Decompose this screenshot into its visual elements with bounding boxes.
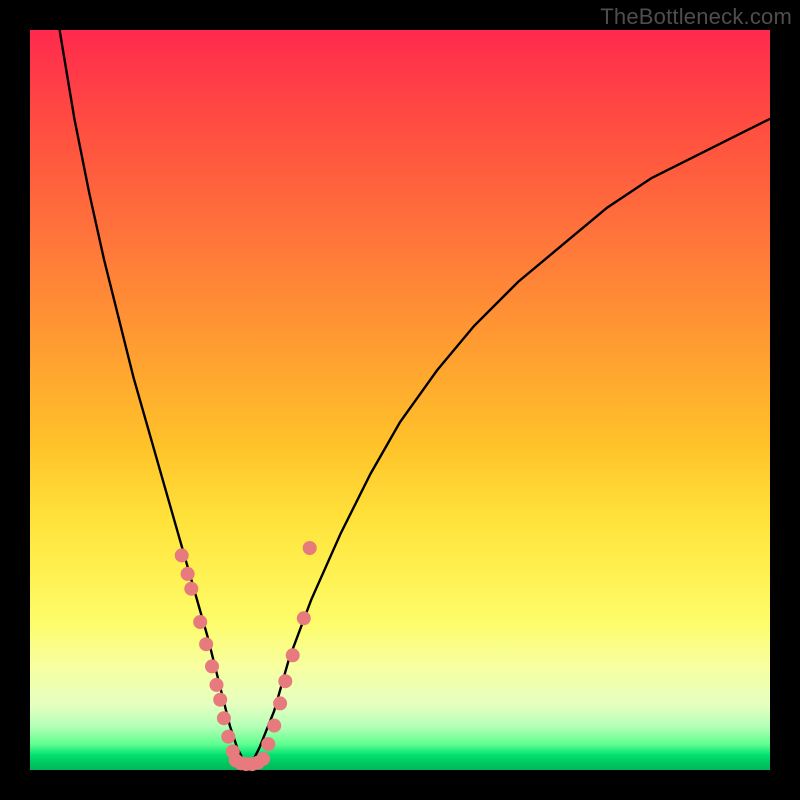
data-point	[273, 696, 287, 710]
data-point	[221, 730, 235, 744]
data-point	[175, 548, 189, 562]
plot-area	[30, 30, 770, 770]
data-point	[199, 637, 213, 651]
data-point	[205, 659, 219, 673]
data-point	[193, 615, 207, 629]
chart-frame: TheBottleneck.com	[0, 0, 800, 800]
data-point	[210, 678, 224, 692]
watermark-text: TheBottleneck.com	[600, 4, 792, 30]
data-point	[267, 719, 281, 733]
bottleneck-curve	[60, 30, 770, 763]
data-point	[184, 582, 198, 596]
data-point	[297, 611, 311, 625]
data-point	[303, 541, 317, 555]
data-points-group	[175, 541, 317, 771]
data-point	[261, 737, 275, 751]
data-point	[217, 711, 231, 725]
data-point	[286, 648, 300, 662]
data-point	[278, 674, 292, 688]
data-point	[181, 567, 195, 581]
chart-svg	[30, 30, 770, 770]
data-point	[256, 752, 270, 766]
data-point	[213, 693, 227, 707]
